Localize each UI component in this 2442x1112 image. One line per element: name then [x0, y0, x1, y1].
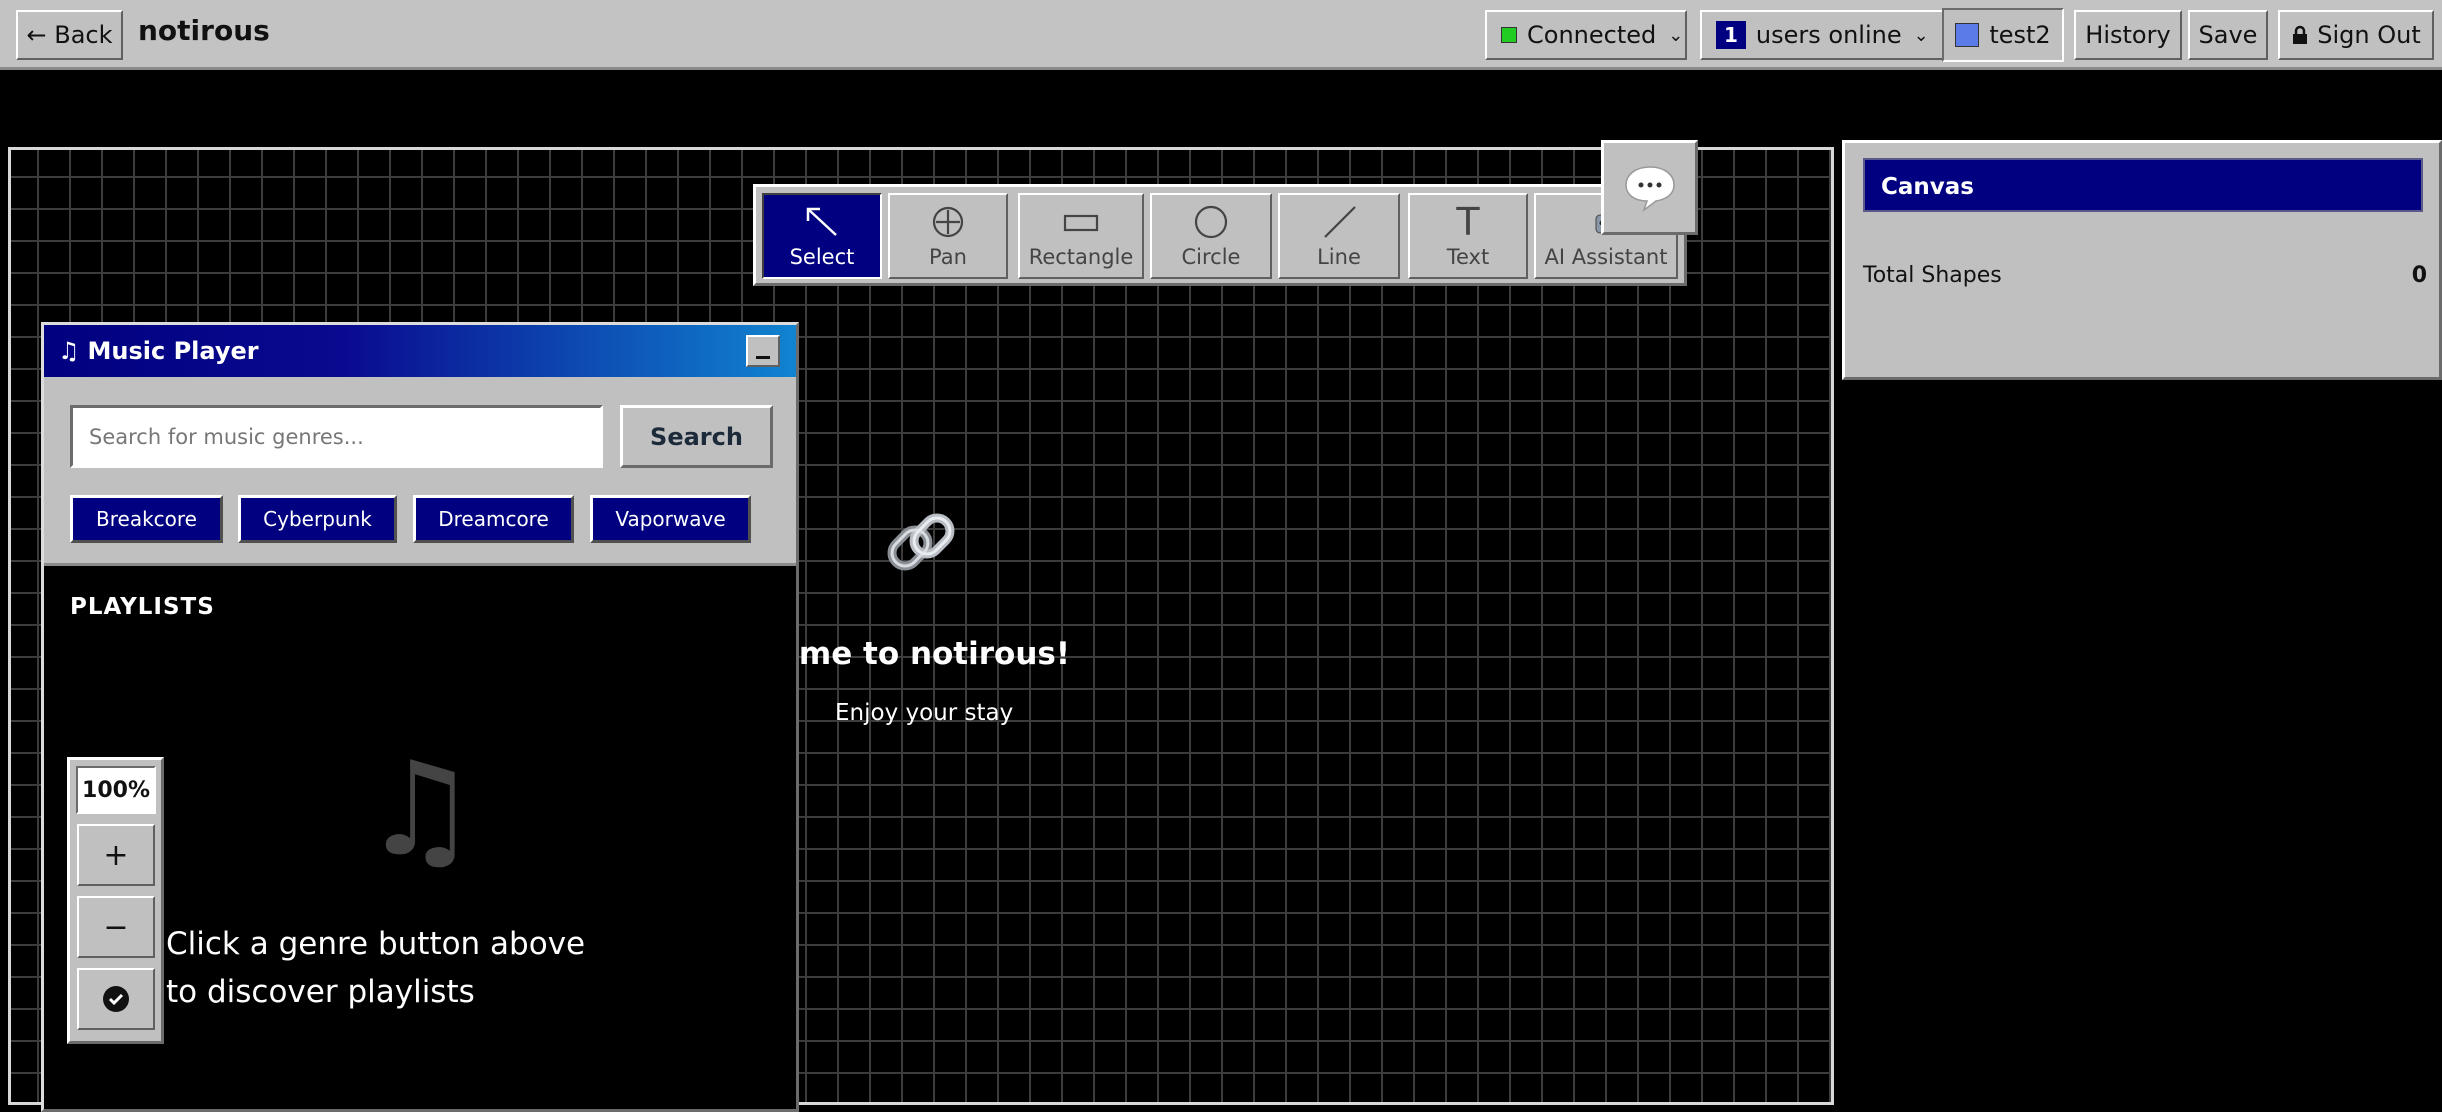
welcome-subtitle: Enjoy your stay [835, 700, 1014, 726]
users-online-dropdown[interactable]: 1 users online ⌄ [1700, 10, 1950, 60]
connected-status-icon [1501, 27, 1517, 43]
fit-view-button[interactable] [77, 968, 155, 1030]
genre-button-vaporwave[interactable]: Vaporwave [590, 495, 751, 543]
tool-label: Select [789, 245, 855, 269]
zoom-out-button[interactable]: − [77, 896, 155, 958]
canvas-info-panel: Canvas Total Shapes 0 [1842, 140, 2442, 380]
empty-playlists-hint: Click a genre button above to discover p… [166, 926, 586, 1010]
current-user-name: test2 [1989, 21, 2051, 49]
current-user-badge[interactable]: test2 [1942, 8, 2064, 62]
connection-status-label: Connected [1527, 21, 1657, 49]
tool-label: Pan [929, 245, 967, 269]
arrow-icon [806, 207, 837, 236]
rectangle-tool-button[interactable]: Rectangle [1018, 193, 1144, 279]
genre-button-cyberpunk[interactable]: Cyberpunk [238, 495, 397, 543]
sign-out-label: Sign Out [2317, 21, 2421, 49]
music-note-icon: ♫ [362, 733, 479, 885]
plus-icon: + [103, 837, 129, 873]
search-button[interactable]: Search [620, 405, 773, 468]
select-tool-button[interactable]: Select [762, 193, 882, 279]
zoom-level: 100% [76, 766, 156, 814]
history-button[interactable]: History [2074, 10, 2182, 60]
chat-button[interactable] [1601, 140, 1698, 235]
genre-search-input[interactable] [70, 405, 603, 468]
total-shapes-value: 0 [2411, 263, 2427, 288]
line-icon [1324, 206, 1356, 238]
music-player-title: Music Player [87, 337, 259, 365]
pan-tool-button[interactable]: Pan [888, 193, 1008, 279]
app-title: notirous [138, 14, 270, 47]
line-tool-button[interactable]: Line [1278, 193, 1400, 279]
chevron-down-icon: ⌄ [1913, 24, 1929, 46]
chat-bubble-icon [1624, 165, 1675, 212]
zoom-in-button[interactable]: + [77, 824, 155, 886]
tool-label: Circle [1181, 245, 1241, 269]
minimize-button[interactable] [746, 335, 780, 367]
circle-tool-button[interactable]: Circle [1150, 193, 1272, 279]
genre-button-dreamcore[interactable]: Dreamcore [413, 495, 574, 543]
tool-label: Rectangle [1028, 245, 1134, 269]
tool-label: Line [1317, 245, 1361, 269]
chevron-down-icon: ⌄ [1668, 24, 1684, 46]
top-bar: ← Back notirous Connected ⌄ 1 users onli… [0, 0, 2442, 70]
text-icon: T [1456, 200, 1480, 244]
music-player-titlebar[interactable]: ♫ Music Player [44, 325, 796, 377]
users-online-count: 1 [1716, 21, 1746, 49]
text-tool-button[interactable]: T Text [1408, 193, 1528, 279]
minus-icon: − [103, 909, 129, 945]
link-icon [887, 513, 955, 571]
music-note-icon: ♫ [58, 337, 80, 365]
tool-label: Text [1446, 245, 1490, 269]
check-circle-icon [103, 986, 129, 1012]
total-shapes-label: Total Shapes [1863, 263, 2002, 288]
rectangle-icon [1063, 214, 1099, 232]
save-button[interactable]: Save [2188, 10, 2268, 60]
genre-button-breakcore[interactable]: Breakcore [70, 495, 223, 543]
drawing-toolbar: Select Pan Rectangle Circle Line T Text … [753, 184, 1687, 286]
crosshair-icon [932, 206, 964, 238]
back-button[interactable]: ← Back [16, 10, 123, 60]
sign-out-button[interactable]: Sign Out [2278, 10, 2434, 60]
user-color-swatch [1955, 23, 1980, 47]
circle-icon [1194, 205, 1228, 239]
panel-title: Canvas [1863, 158, 2423, 212]
tool-label: AI Assistant [1544, 245, 1668, 269]
zoom-controls: 100% + − [67, 757, 164, 1044]
connection-status-dropdown[interactable]: Connected ⌄ [1485, 10, 1687, 60]
lock-icon [2293, 25, 2308, 44]
playlists-heading: PLAYLISTS [70, 594, 215, 620]
users-online-label: users online [1755, 21, 1902, 49]
welcome-title: Welcome to notirous! [770, 636, 1070, 672]
